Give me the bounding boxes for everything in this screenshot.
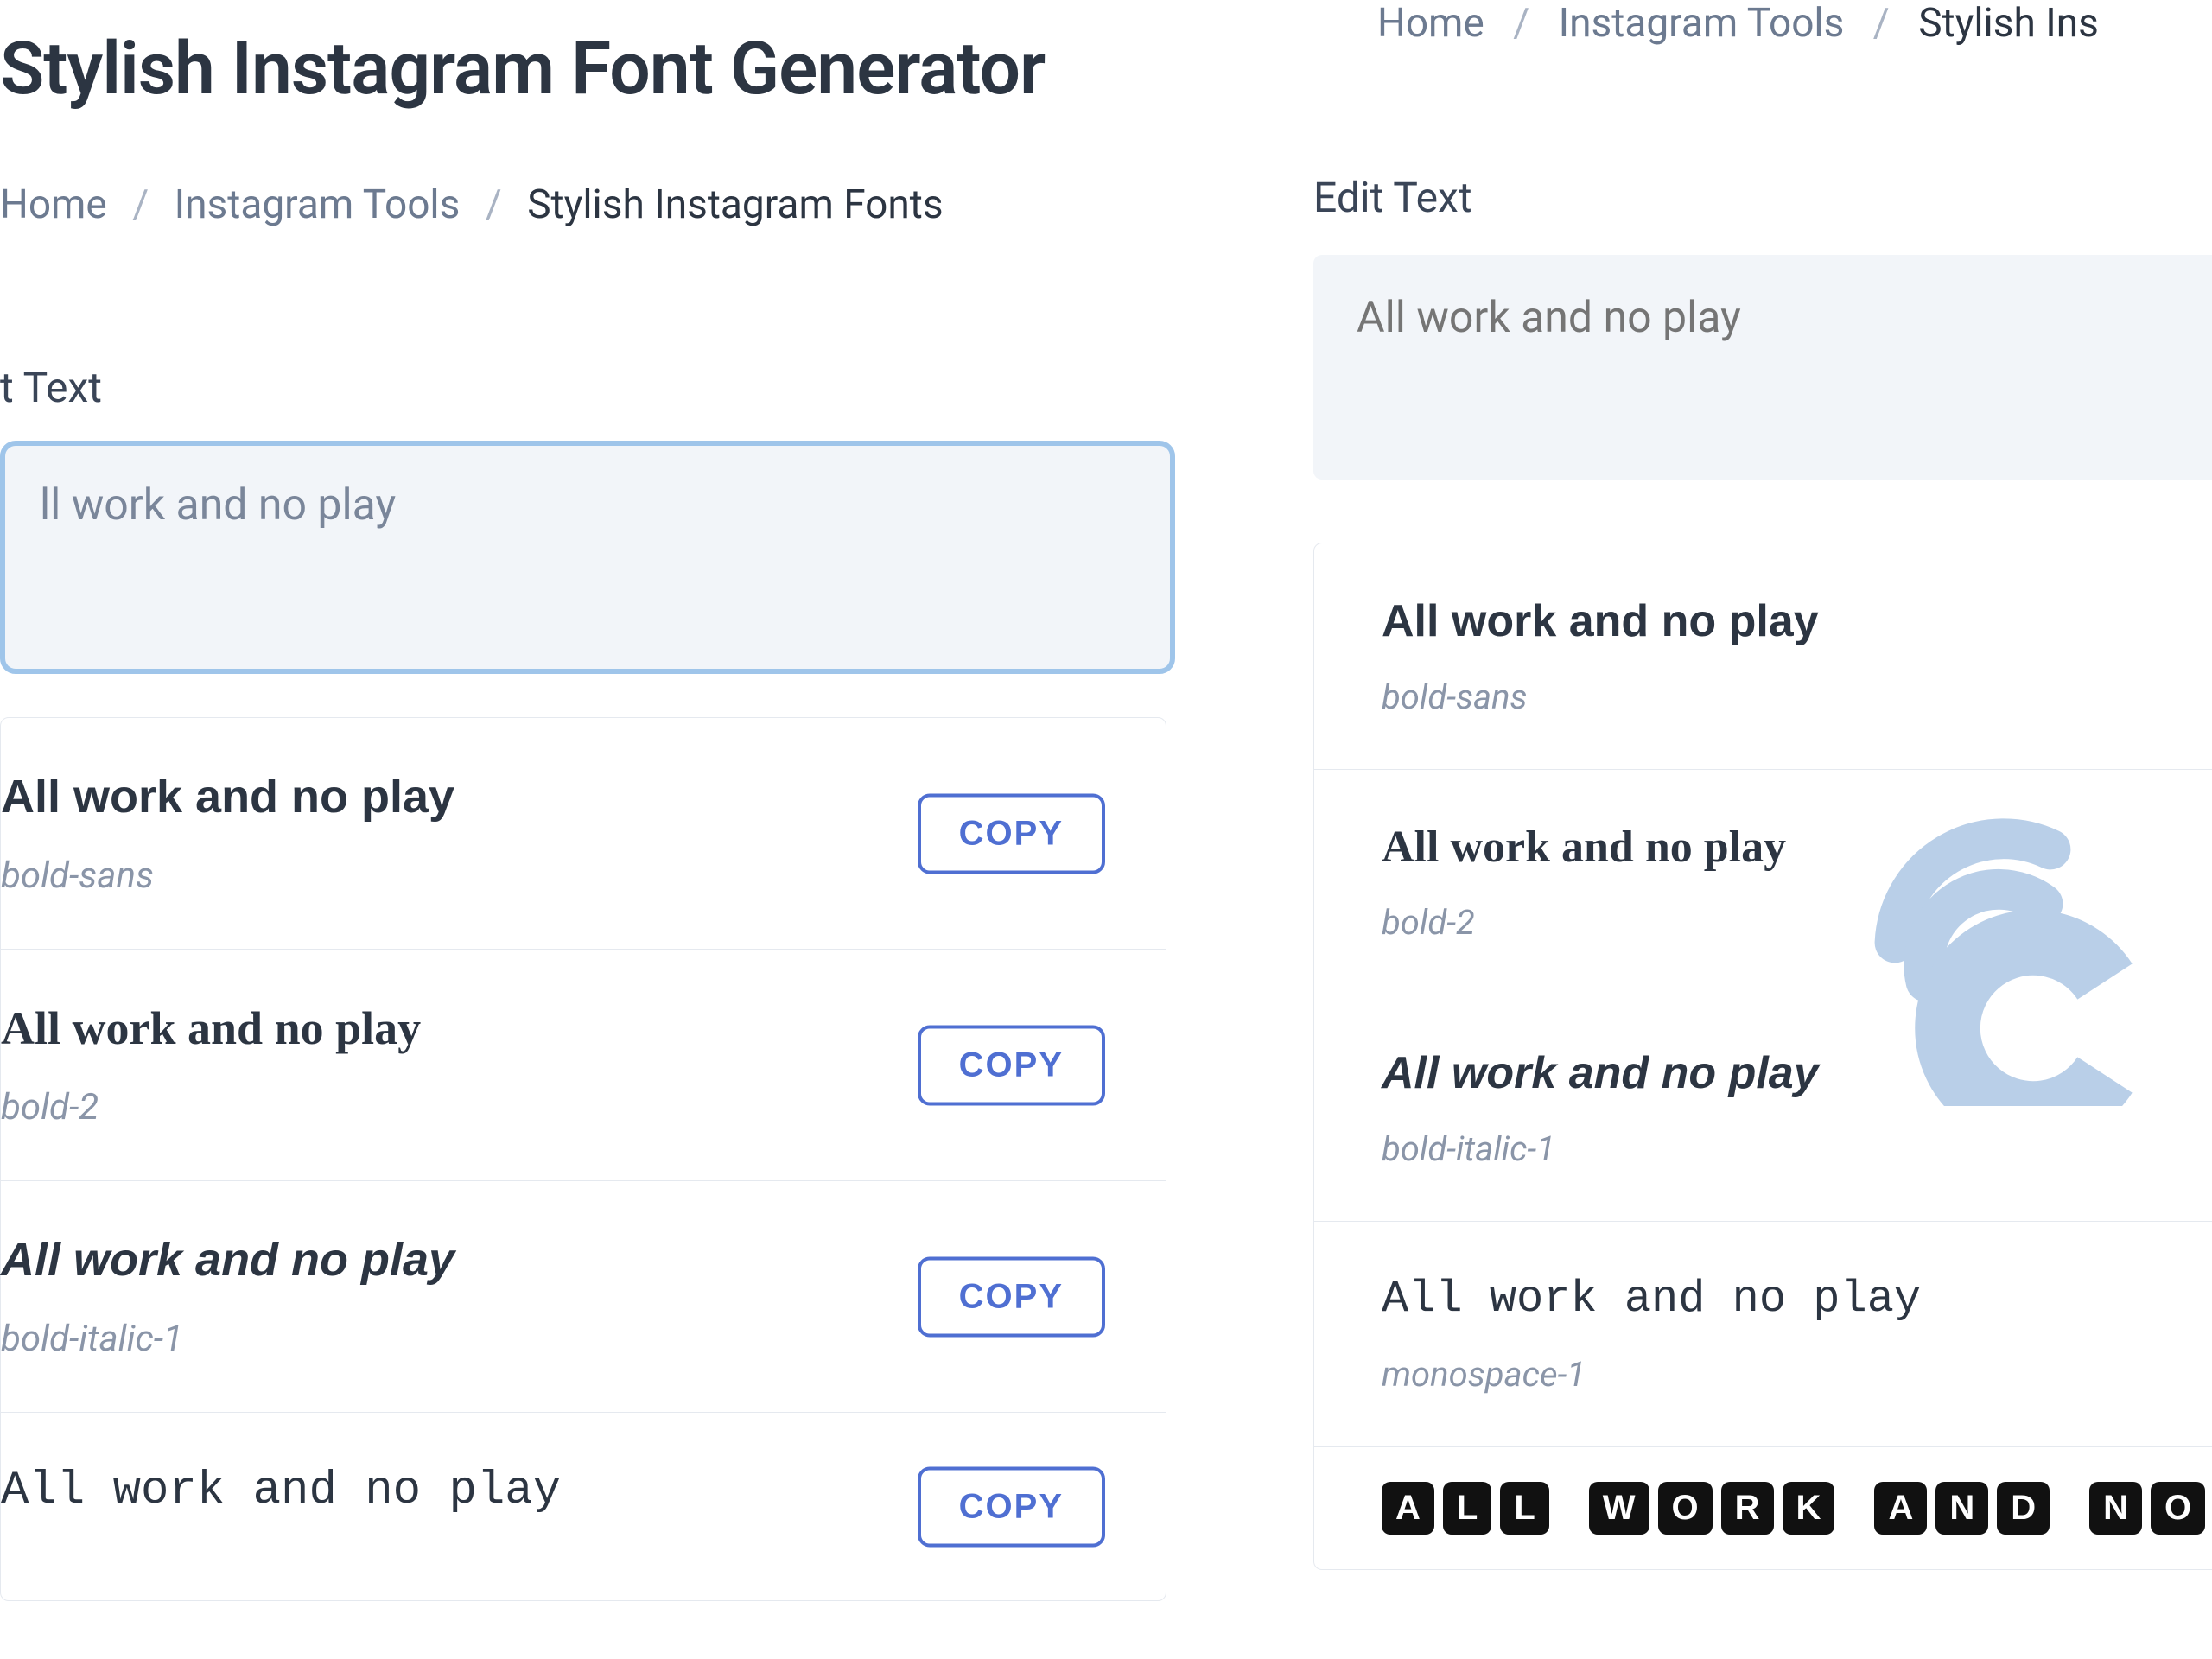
breadcrumb-sep-icon: / [132, 181, 149, 228]
font-variant-row: All work and no play bold-italic-1 [1314, 995, 2212, 1222]
font-tag: bold-italic-1 [1382, 1128, 2160, 1169]
font-sample: All work and no play [1382, 1047, 2160, 1099]
breadcrumb-sep-icon: / [486, 181, 502, 228]
edit-text-input[interactable] [1313, 255, 2212, 480]
font-tag: bold-2 [1382, 902, 2160, 943]
font-variant-row: All work and no playbold-2COPY [1, 950, 1166, 1181]
font-tag: bold-sans [1382, 677, 2160, 717]
boxed-char: N [2089, 1482, 2142, 1535]
breadcrumb: Home / Instagram Tools / Stylish Instagr… [0, 181, 944, 228]
breadcrumb-home[interactable]: Home [1377, 0, 1484, 47]
breadcrumb-current: Stylish Instagram Fonts [527, 181, 943, 228]
breadcrumb-home[interactable]: Home [0, 181, 107, 228]
page-title: Stylish Instagram Font Generator [0, 26, 1045, 111]
copy-button[interactable]: COPY [918, 1025, 1105, 1105]
font-variant-list: All work and no playbold-sansCOPYAll wor… [0, 717, 1166, 1601]
breadcrumb: Home / Instagram Tools / Stylish Ins [1377, 0, 2099, 47]
font-sample: All work and no play [1382, 595, 2160, 647]
edit-text-input[interactable] [0, 441, 1175, 674]
font-sample: All work and no play [1382, 1274, 2160, 1325]
boxed-char: A [1382, 1482, 1434, 1535]
boxed-char: O [1658, 1482, 1713, 1535]
font-sample: All work and no play [1382, 822, 2160, 873]
edit-text-label: Edit Text [1313, 173, 1472, 222]
font-variant-row: All work and no play bold-sans [1314, 543, 2212, 770]
font-variant-row: All work and no play bold-2 [1314, 770, 2212, 995]
boxed-char: L [1443, 1482, 1491, 1535]
font-variant-row: All work and no play monospace-1 [1314, 1222, 2212, 1447]
copy-button[interactable]: COPY [918, 1256, 1105, 1337]
breadcrumb-tools[interactable]: Instagram Tools [175, 181, 461, 228]
boxed-char: R [1721, 1482, 1774, 1535]
font-variant-row: All work and no playbold-sansCOPY [1, 718, 1166, 950]
boxed-char: N [1936, 1482, 1988, 1535]
boxed-char: A [1874, 1482, 1927, 1535]
boxed-char: L [1500, 1482, 1548, 1535]
boxed-char: W [1589, 1482, 1649, 1535]
copy-button[interactable]: COPY [918, 793, 1105, 874]
font-variant-list: All work and no playbold-sansAll work an… [1313, 543, 2212, 1570]
boxed-char: D [1997, 1482, 2050, 1535]
font-variant-row: All work and no playCOPY [1, 1413, 1166, 1600]
copy-button[interactable]: COPY [918, 1466, 1105, 1547]
boxed-char: K [1783, 1482, 1835, 1535]
breadcrumb-sep-icon: / [1873, 0, 1890, 47]
breadcrumb-sep-icon: / [1513, 0, 1529, 47]
font-variant-row-boxed: ALLWORKANDNOPL [1314, 1447, 2212, 1569]
font-tag: monospace-1 [1382, 1354, 2160, 1395]
font-variant-row: All work and no playbold-italic-1COPY [1, 1181, 1166, 1413]
breadcrumb-tools[interactable]: Instagram Tools [1559, 0, 1845, 47]
breadcrumb-current: Stylish Ins [1918, 0, 2099, 47]
edit-text-label: t Text [0, 363, 102, 412]
boxed-char: O [2151, 1482, 2205, 1535]
